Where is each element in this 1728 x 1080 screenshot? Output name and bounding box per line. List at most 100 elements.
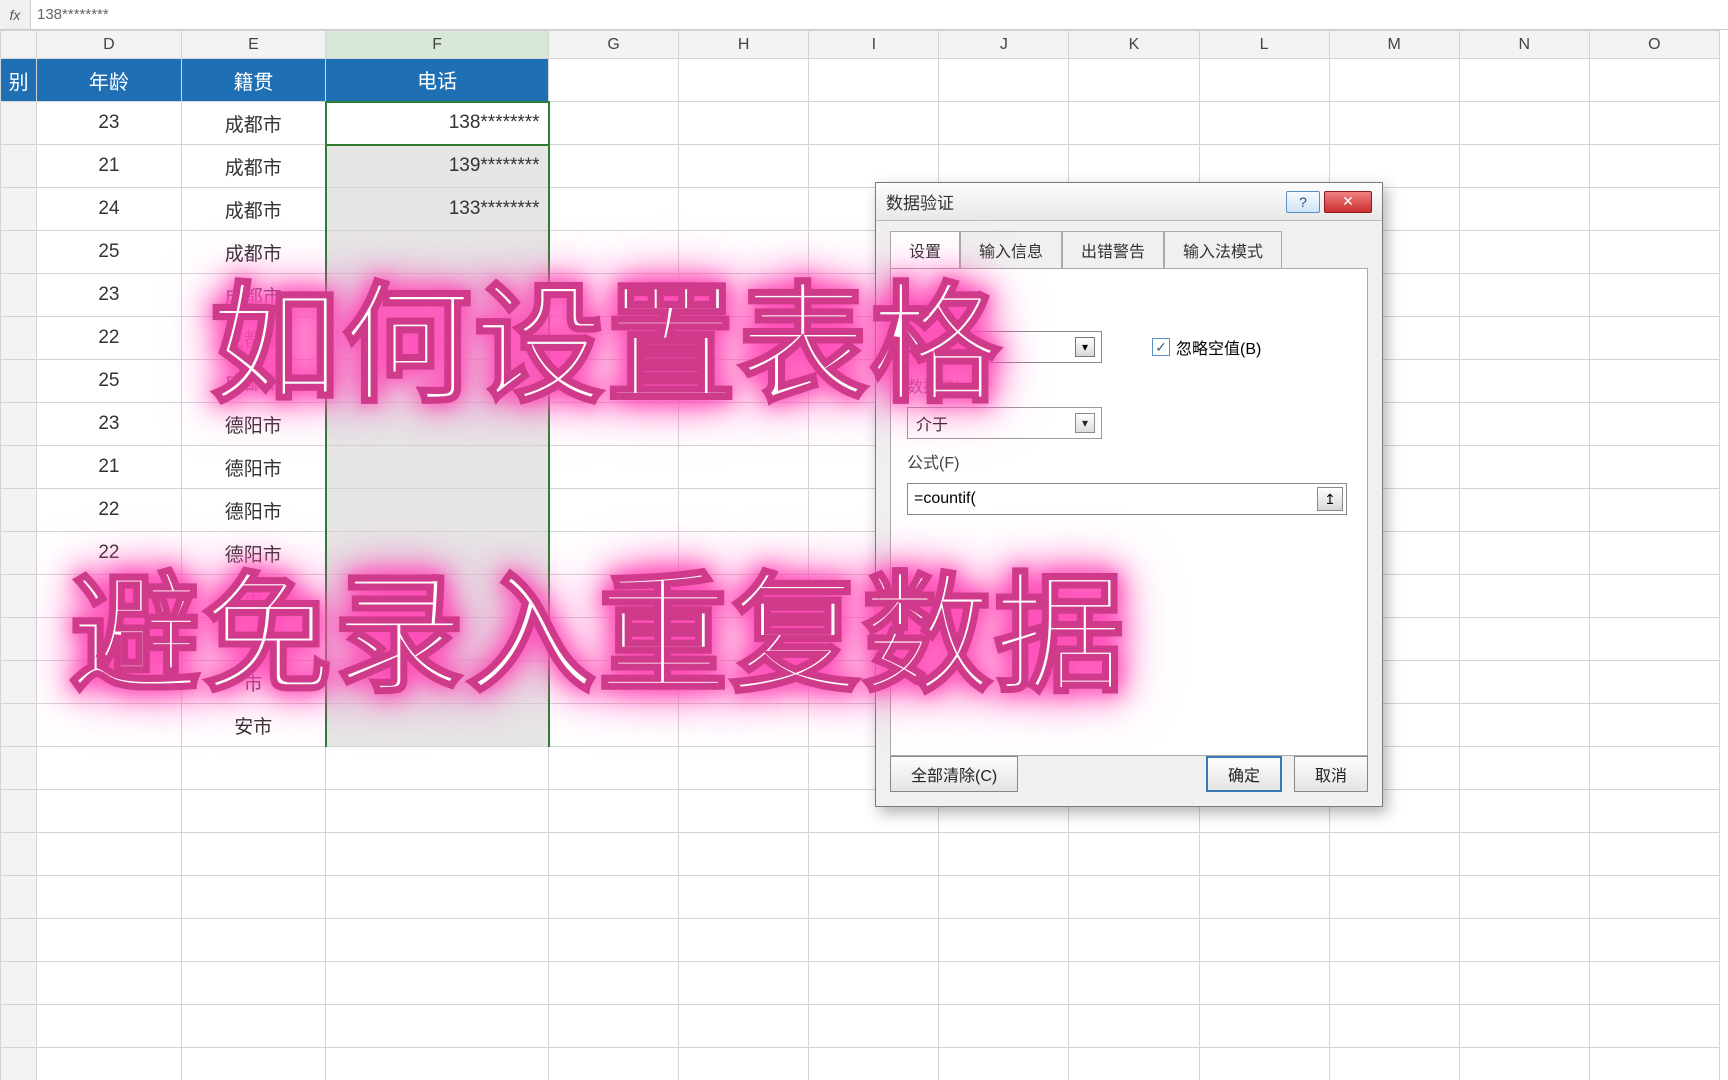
cell[interactable]: [37, 962, 182, 1005]
col-F-header[interactable]: F: [326, 31, 549, 59]
cell-phone[interactable]: 139********: [326, 145, 549, 188]
cell[interactable]: [549, 489, 679, 532]
cell-age[interactable]: 25: [37, 231, 182, 274]
cell-origin[interactable]: 成都市: [181, 274, 326, 317]
cell[interactable]: [1589, 59, 1719, 102]
cell[interactable]: [1199, 1048, 1329, 1080]
cell[interactable]: [1589, 446, 1719, 489]
cell[interactable]: [1459, 231, 1589, 274]
cell[interactable]: [1589, 919, 1719, 962]
cell[interactable]: [1199, 1005, 1329, 1048]
cell[interactable]: [549, 704, 679, 747]
cell-origin[interactable]: 成都市: [181, 317, 326, 360]
cell[interactable]: [1459, 575, 1589, 618]
cell[interactable]: [326, 1005, 549, 1048]
col-E-header[interactable]: E: [181, 31, 326, 59]
formula-input[interactable]: 138********: [30, 0, 1728, 29]
cell[interactable]: [549, 188, 679, 231]
cell-age[interactable]: 22: [37, 532, 182, 575]
ignore-blank-checkbox[interactable]: ✓ 忽略空值(B): [1152, 335, 1261, 359]
cell[interactable]: [1329, 102, 1459, 145]
row-stub[interactable]: [1, 188, 37, 231]
cell[interactable]: [809, 1005, 939, 1048]
ok-button[interactable]: 确定: [1206, 756, 1282, 792]
cell[interactable]: [326, 747, 549, 790]
cell[interactable]: [549, 962, 679, 1005]
cell-origin[interactable]: 成都市: [181, 145, 326, 188]
row-stub[interactable]: [1, 532, 37, 575]
row-stub[interactable]: [1, 747, 37, 790]
cell[interactable]: [326, 833, 549, 876]
cell[interactable]: [549, 790, 679, 833]
cell[interactable]: [1589, 661, 1719, 704]
cell[interactable]: [809, 962, 939, 1005]
cell[interactable]: [1459, 360, 1589, 403]
cell-origin[interactable]: 德阳市: [181, 446, 326, 489]
cell[interactable]: [1069, 59, 1199, 102]
cell[interactable]: [1589, 532, 1719, 575]
cell[interactable]: [1589, 188, 1719, 231]
cell[interactable]: [37, 919, 182, 962]
cell[interactable]: [679, 833, 809, 876]
cell[interactable]: [1459, 962, 1589, 1005]
cell[interactable]: [939, 833, 1069, 876]
cell[interactable]: [1589, 102, 1719, 145]
cell[interactable]: [549, 403, 679, 446]
cell[interactable]: [1069, 962, 1199, 1005]
cell-phone[interactable]: [326, 489, 549, 532]
col-D-header[interactable]: D: [37, 31, 182, 59]
cell[interactable]: [1459, 188, 1589, 231]
col-H-header[interactable]: H: [679, 31, 809, 59]
cell-origin[interactable]: 市: [181, 618, 326, 661]
cell[interactable]: [1589, 231, 1719, 274]
cell[interactable]: [679, 403, 809, 446]
cell[interactable]: [1069, 833, 1199, 876]
cell[interactable]: [1589, 274, 1719, 317]
cell-age[interactable]: 25: [37, 360, 182, 403]
cancel-button[interactable]: 取消: [1294, 756, 1368, 792]
cell[interactable]: [549, 231, 679, 274]
cell[interactable]: [1069, 1048, 1199, 1080]
cell-age[interactable]: [37, 704, 182, 747]
cell[interactable]: [679, 747, 809, 790]
cell[interactable]: [1199, 919, 1329, 962]
cell[interactable]: [549, 747, 679, 790]
row-stub[interactable]: [1, 790, 37, 833]
cell[interactable]: [1459, 446, 1589, 489]
cell[interactable]: [1459, 919, 1589, 962]
cell[interactable]: [181, 747, 326, 790]
cell[interactable]: [809, 102, 939, 145]
cell[interactable]: [939, 1005, 1069, 1048]
cell[interactable]: [326, 1048, 549, 1080]
row-stub[interactable]: [1, 489, 37, 532]
cell[interactable]: [37, 876, 182, 919]
cell[interactable]: [549, 532, 679, 575]
cell[interactable]: [1459, 1005, 1589, 1048]
cell[interactable]: [679, 360, 809, 403]
row-stub[interactable]: [1, 704, 37, 747]
row-stub[interactable]: [1, 317, 37, 360]
col-stub-header[interactable]: [1, 31, 37, 59]
header-stub[interactable]: 别: [1, 59, 37, 102]
cell-age[interactable]: [37, 575, 182, 618]
cell[interactable]: [1199, 962, 1329, 1005]
cell[interactable]: [1589, 1048, 1719, 1080]
cell[interactable]: [679, 1048, 809, 1080]
header-F[interactable]: 电话: [326, 59, 549, 102]
cell[interactable]: [679, 661, 809, 704]
cell[interactable]: [1589, 704, 1719, 747]
cell[interactable]: [679, 790, 809, 833]
cell-phone[interactable]: [326, 661, 549, 704]
cell[interactable]: [1459, 790, 1589, 833]
cell[interactable]: [549, 59, 679, 102]
cell-phone[interactable]: 133********: [326, 188, 549, 231]
cell[interactable]: [37, 747, 182, 790]
cell[interactable]: [1329, 962, 1459, 1005]
cell[interactable]: [1589, 747, 1719, 790]
cell[interactable]: [1329, 833, 1459, 876]
col-G-header[interactable]: G: [549, 31, 679, 59]
row-stub[interactable]: [1, 661, 37, 704]
cell[interactable]: [326, 790, 549, 833]
cell[interactable]: [679, 59, 809, 102]
cell[interactable]: [37, 1005, 182, 1048]
